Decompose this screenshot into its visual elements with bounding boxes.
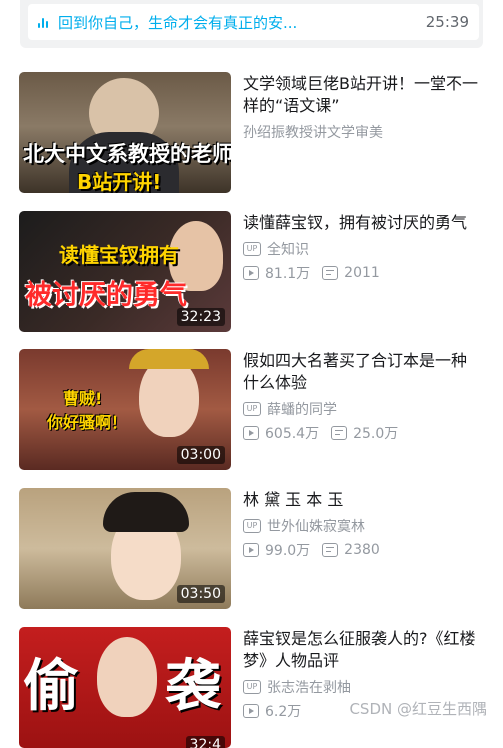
video-title[interactable]: 读懂薛宝钗，拥有被讨厌的勇气 [243,212,481,234]
thumbnail-caption: B站开讲! [77,170,162,193]
view-count: 99.0万 [265,543,311,559]
video-duration: 32:23 [176,308,225,326]
audio-wave-icon [38,16,50,28]
danmaku-icon [331,426,348,440]
thumbnail-caption: 袭 [165,654,221,719]
up-icon: UP [243,402,261,416]
video-thumbnail[interactable]: 北大中文系教授的老师 B站开讲! [19,72,231,193]
danmaku-count: 2011 [344,265,380,281]
view-count: 605.4万 [265,426,320,442]
video-thumbnail[interactable]: 读懂宝钗拥有 被讨厌的勇气 32:23 [19,211,231,332]
danmaku-count: 2380 [344,542,380,558]
video-title[interactable]: 假如四大名著买了合订本是一种什么体验 [243,350,481,394]
stats-row: 605.4万 25.0万 [243,421,481,445]
uploader-row[interactable]: UP 世外仙姝寂寞林 [243,514,481,538]
thumbnail-caption: 被讨厌的勇气 [25,280,187,311]
uploader-row[interactable]: UP 薛蟠的同学 [243,397,481,421]
danmaku-count: 25.0万 [353,426,399,442]
thumbnail-caption: 曹贼! [63,389,103,408]
uploader-name: 世外仙姝寂寞林 [267,519,365,535]
play-count-icon [243,426,259,440]
video-card[interactable]: 曹贼! 你好骚啊！ 03:00 假如四大名著买了合订本是一种什么体验 UP 薛蟠… [19,349,481,470]
view-count: 81.1万 [265,266,311,282]
character-figure [139,357,199,437]
video-title[interactable]: 文学领域巨佬B站开讲！一堂不一样的“语文课” [243,73,481,117]
play-count-icon [243,266,259,280]
video-thumbnail[interactable]: 曹贼! 你好骚啊！ 03:00 [19,349,231,470]
resume-playback-bar[interactable]: 回到你自己，生命才会有真正的安... 25:39 [28,4,479,40]
headdress [129,349,209,369]
stats-row: 81.1万 2011 [243,261,481,285]
play-count-icon [243,704,259,718]
view-count: 6.2万 [265,704,302,720]
danmaku-icon [322,266,339,280]
video-duration: 32:4 [185,736,225,748]
uploader-name: 张志浩在剥柚 [267,680,351,696]
character-figure [97,637,157,717]
uploader-name: 薛蟠的同学 [267,402,337,418]
up-icon: UP [243,242,261,256]
video-subtitle: 孙绍振教授讲文学审美 [243,125,383,141]
video-card[interactable]: 北大中文系教授的老师 B站开讲! 文学领域巨佬B站开讲！一堂不一样的“语文课” … [19,72,481,193]
uploader-row[interactable]: UP 张志浩在剥柚 [243,675,481,699]
danmaku-icon [322,543,339,557]
uploader-row[interactable]: UP 全知识 [243,237,481,261]
thumbnail-caption: 你好骚啊！ [47,413,128,432]
resume-time: 25:39 [425,13,469,31]
up-icon: UP [243,519,261,533]
hair [103,492,189,532]
watermark: CSDN @红豆生西隅 [349,700,487,718]
up-icon: UP [243,680,261,694]
video-thumbnail[interactable]: 03:50 [19,488,231,609]
thumbnail-caption: 北大中文系教授的老师 [23,142,231,166]
video-duration: 03:50 [176,585,225,603]
resume-title: 回到你自己，生命才会有真正的安... [58,13,298,32]
play-count-icon [243,543,259,557]
uploader-name: 全知识 [267,242,309,258]
video-title[interactable]: 林 黛 玉 本 玉 [243,489,481,511]
video-duration: 03:00 [176,446,225,464]
stats-row: 99.0万 2380 [243,538,481,562]
resume-bar-container: 回到你自己，生命才会有真正的安... 25:39 [20,0,483,48]
video-thumbnail[interactable]: 偷 袭 32:4 [19,627,231,748]
video-card[interactable]: 读懂宝钗拥有 被讨厌的勇气 32:23 读懂薛宝钗，拥有被讨厌的勇气 UP 全知… [19,211,481,332]
video-card[interactable]: 03:50 林 黛 玉 本 玉 UP 世外仙姝寂寞林 99.0万 2380 [19,488,481,609]
thumbnail-caption: 偷 [23,654,79,719]
video-title[interactable]: 薛宝钗是怎么征服袭人的?《红楼梦》人物品评 [243,628,481,672]
thumbnail-caption: 读懂宝钗拥有 [59,243,179,267]
